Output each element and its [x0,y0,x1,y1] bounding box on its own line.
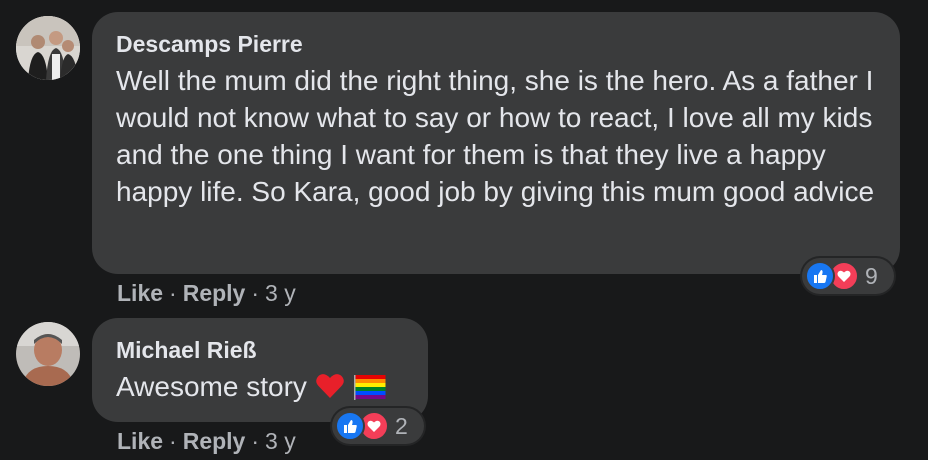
separator-dot: · [169,428,177,454]
timestamp[interactable]: 3 y [265,280,296,306]
avatar-photo [16,322,80,386]
red-heart-emoji [315,372,345,409]
reaction-count: 2 [395,412,408,439]
reaction-count: 9 [865,262,878,289]
reply-button[interactable]: Reply [183,280,246,306]
comment-descamps-pierre: Descamps Pierre Well the mum did the rig… [0,0,928,310]
comment-text: Awesome story [116,371,307,402]
comment-author[interactable]: Descamps Pierre [116,28,876,60]
like-button[interactable]: Like [117,280,163,306]
avatar-photo [16,16,80,80]
comment-bubble: Michael Rieß Awesome story [92,318,428,422]
like-reaction-icon [335,411,365,441]
comment-text: Well the mum did the right thing, she is… [116,65,875,207]
avatar[interactable] [16,322,80,386]
reaction-summary[interactable]: 2 [332,408,424,444]
reply-button[interactable]: Reply [183,428,246,454]
comment-actions: Like · Reply · 3 y [117,280,296,307]
comment-michael-riess: Michael Rieß Awesome story 2 Like · Repl… [0,310,928,460]
comment-author[interactable]: Michael Rieß [116,334,404,366]
comment-bubble: Descamps Pierre Well the mum did the rig… [92,12,900,274]
reaction-summary[interactable]: 9 [802,258,894,294]
like-button[interactable]: Like [117,428,163,454]
separator-dot: · [251,428,260,454]
rainbow-flag-emoji [352,372,388,409]
comment-actions: Like · Reply · 3 y [117,428,296,455]
separator-dot: · [169,280,177,306]
timestamp[interactable]: 3 y [265,428,296,454]
separator-dot: · [251,280,260,306]
avatar[interactable] [16,16,80,80]
like-reaction-icon [805,261,835,291]
comment-text-row: Awesome story [116,368,404,409]
